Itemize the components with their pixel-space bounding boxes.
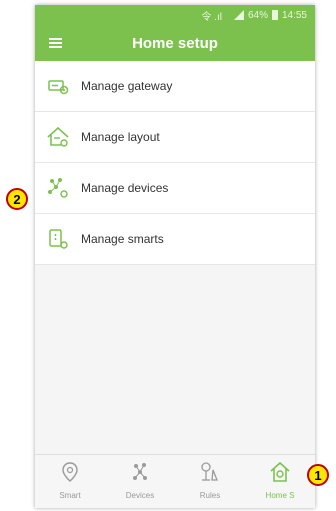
app-bar: Home setup <box>35 25 315 61</box>
list-item-manage-gateway[interactable]: Manage gateway <box>35 61 315 112</box>
nav-item-devices[interactable]: Devices <box>105 455 175 508</box>
phone-screen: 令 .ıl 64% 14:55 Home setup Manage gatewa… <box>35 5 315 508</box>
callout-marker-2: 2 <box>6 188 28 210</box>
page-title: Home setup <box>132 34 218 52</box>
home-setup-list: Manage gateway Manage layout Manage devi… <box>35 61 315 265</box>
nav-item-rules[interactable]: Rules <box>175 455 245 508</box>
nav-label: Rules <box>199 491 221 500</box>
home-gear-icon <box>270 461 290 482</box>
list-item-label: Manage devices <box>81 181 169 195</box>
list-item-label: Manage smarts <box>81 232 164 246</box>
bottom-navigation: Smart Devices Rules Home S <box>35 454 315 508</box>
list-item-manage-smarts[interactable]: Manage smarts <box>35 214 315 265</box>
wifi-signal-icon: 令 .ıl <box>201 11 222 23</box>
rules-icon <box>201 462 218 481</box>
location-pin-icon <box>62 462 78 482</box>
status-bar: 令 .ıl 64% 14:55 <box>35 5 315 25</box>
house-layout-icon <box>47 126 69 147</box>
list-item-manage-devices[interactable]: Manage devices <box>35 163 315 214</box>
battery-icon <box>271 10 278 20</box>
nav-label: Devices <box>125 491 155 500</box>
list-item-manage-layout[interactable]: Manage layout <box>35 112 315 163</box>
device-network-icon <box>48 178 68 198</box>
callout-marker-1: 1 <box>307 464 329 486</box>
list-item-label: Manage layout <box>81 130 160 144</box>
nav-item-home-setup[interactable]: Home S <box>245 455 315 508</box>
device-network-icon <box>133 463 147 480</box>
cell-signal-icon <box>226 10 244 20</box>
hamburger-menu-icon[interactable] <box>49 38 62 48</box>
smart-settings-icon <box>49 229 68 249</box>
clock: 14:55 <box>281 9 307 21</box>
nav-label: Home S <box>265 491 295 500</box>
nav-label: Smart <box>59 491 81 500</box>
gateway-settings-icon <box>48 80 69 95</box>
battery-percent: 64% <box>247 9 268 21</box>
nav-item-smart[interactable]: Smart <box>35 455 105 508</box>
list-item-label: Manage gateway <box>81 79 173 93</box>
